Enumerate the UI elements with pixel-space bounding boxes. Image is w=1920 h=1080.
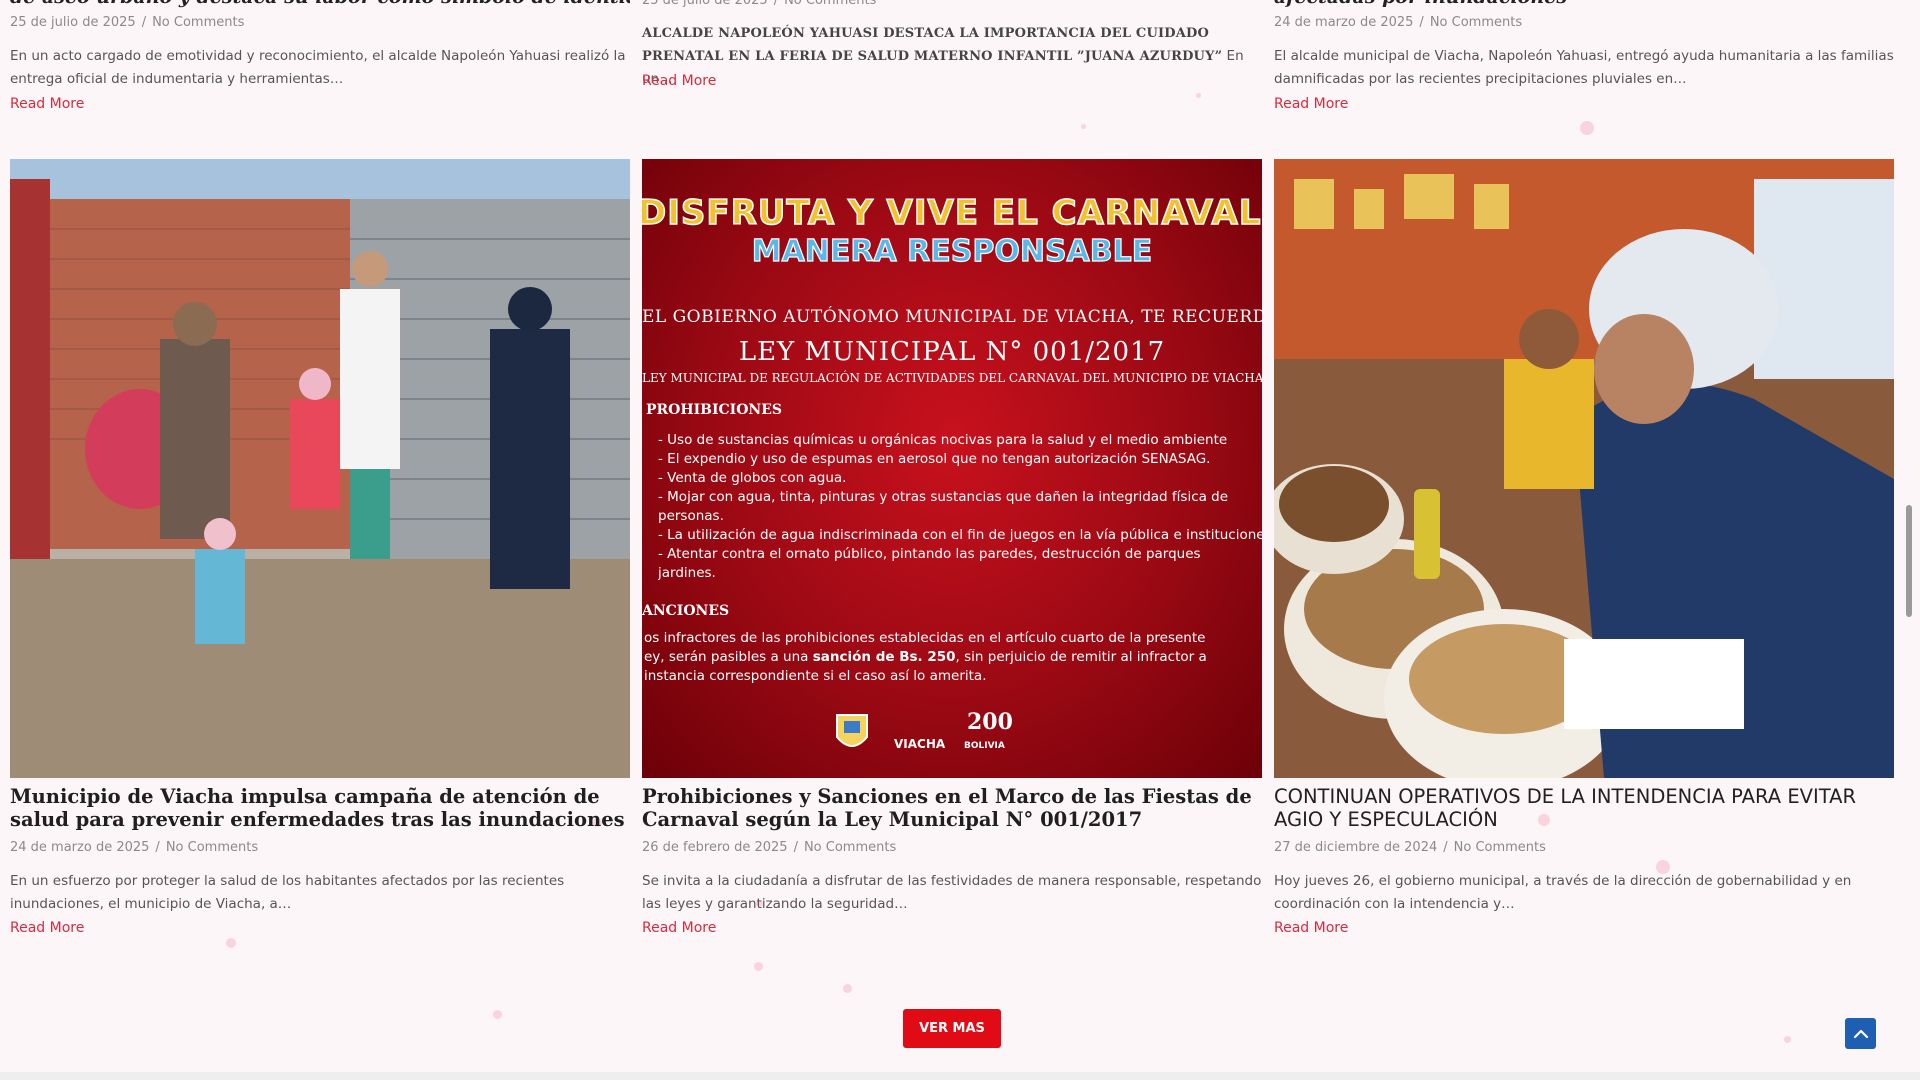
- page-scrollbar-thumb[interactable]: [1906, 505, 1912, 617]
- post-date[interactable]: 26 de febrero de 2025: [642, 840, 788, 855]
- post-comments[interactable]: No Comments: [804, 840, 896, 855]
- poster-prohibition: - Uso de sustancias químicas u orgánicas…: [658, 432, 1228, 448]
- post-card-2: DISFRUTA Y VIVE EL CARNAVAL DE MANERA RE…: [642, 0, 1262, 1000]
- post-title[interactable]: Prohibiciones y Sanciones en el Marco de…: [642, 785, 1262, 831]
- poster-logo-bicentenario: 200: [967, 709, 1013, 735]
- post-card-3: CONTINUAN OPERATIVOS DE LA INTENDENCIA P…: [1274, 0, 1894, 1000]
- ver-mas-button[interactable]: VER MAS: [903, 1009, 1001, 1048]
- post-thumbnail[interactable]: [10, 159, 630, 778]
- market-inspection-photo: [1274, 159, 1894, 778]
- post-meta: 24 de marzo de 2025/No Comments: [10, 840, 259, 855]
- poster-logos: VIACHA 200 BOLIVIA: [832, 707, 1032, 767]
- posts-grid: de aseo urbano y destaca su labor como s…: [10, 0, 1894, 1000]
- poster-headline-2: MANERA RESPONSABLE: [751, 233, 1153, 269]
- post-excerpt: Se invita a la ciudadanía a disfrutar de…: [642, 873, 1262, 912]
- poster-sanctions-line: os infractores de las prohibiciones esta…: [644, 630, 1206, 646]
- poster-prohibition: personas.: [658, 508, 724, 524]
- poster-reminder: EL GOBIERNO AUTÓNOMO MUNICIPAL DE VIACHA…: [642, 307, 1262, 327]
- page-bottom-edge: [0, 1072, 1920, 1080]
- post-title[interactable]: CONTINUAN OPERATIVOS DE LA INTENDENCIA P…: [1274, 785, 1894, 831]
- post-meta: 26 de febrero de 2025/No Comments: [642, 840, 897, 855]
- carnival-poster: DISFRUTA Y VIVE EL CARNAVAL DE MANERA RE…: [642, 159, 1262, 778]
- post-date[interactable]: 27 de diciembre de 2024: [1274, 840, 1437, 855]
- post-meta: 27 de diciembre de 2024/No Comments: [1274, 840, 1546, 855]
- post-excerpt: En un esfuerzo por proteger la salud de …: [10, 873, 565, 912]
- coat-of-arms-icon: [836, 714, 868, 747]
- post-excerpt: Hoy jueves 26, el gobierno municipal, a …: [1274, 873, 1852, 912]
- poster-prohibition: - Mojar con agua, tinta, pinturas y otra…: [658, 489, 1229, 505]
- poster-prohibition: - Atentar contra el ornato público, pint…: [658, 546, 1201, 562]
- poster-sanctions-amount: sanción de Bs. 250: [812, 649, 956, 665]
- post-title[interactable]: Municipio de Viacha impulsa campaña de a…: [10, 785, 630, 831]
- poster-prohibition: jardines.: [658, 565, 716, 581]
- health-campaign-photo: [10, 159, 630, 778]
- post-thumbnail[interactable]: DISFRUTA Y VIVE EL CARNAVAL DE MANERA RE…: [642, 159, 1262, 778]
- read-more-link[interactable]: Read More: [1274, 920, 1348, 936]
- read-more-link[interactable]: Read More: [642, 920, 716, 936]
- post-comments[interactable]: No Comments: [166, 840, 258, 855]
- poster-law-description: LEY MUNICIPAL DE REGULACIÓN DE ACTIVIDAD…: [642, 371, 1262, 385]
- poster-headline-1: DISFRUTA Y VIVE EL CARNAVAL DE: [642, 192, 1262, 234]
- poster-sanctions-part: ey, serán pasibles a una: [644, 649, 813, 665]
- poster-prohibition: - La utilización de agua indiscriminada …: [658, 527, 1262, 543]
- poster-sanctions-line: ey, serán pasibles a una sanción de Bs. …: [644, 648, 1256, 667]
- read-more-link[interactable]: Read More: [10, 920, 84, 936]
- poster-prohibitions-list: - Uso de sustancias químicas u orgánicas…: [658, 431, 1262, 583]
- poster-logo-country: BOLIVIA: [964, 741, 1005, 751]
- poster-sanctions-heading: ANCIONES: [642, 603, 730, 619]
- poster-sanctions-text: os infractores de las prohibiciones esta…: [644, 629, 1256, 686]
- poster-sanctions-part: , sin perjuicio de remitir al infractor …: [955, 649, 1207, 665]
- poster-prohibition: - Venta de globos con agua.: [658, 470, 847, 486]
- poster-prohibition: - El expendio y uso de espumas en aeroso…: [658, 451, 1211, 467]
- post-card-1: Municipio de Viacha impulsa campaña de a…: [10, 0, 630, 1000]
- poster-logo-city: VIACHA: [894, 737, 946, 751]
- scroll-to-top-button[interactable]: [1845, 1018, 1876, 1049]
- poster-prohibitions-heading: PROHIBICIONES: [646, 402, 782, 418]
- chevron-up-icon: [1853, 1029, 1868, 1038]
- post-date[interactable]: 24 de marzo de 2025: [10, 840, 149, 855]
- poster-law: LEY MUNICIPAL N° 001/2017: [738, 337, 1166, 367]
- post-comments[interactable]: No Comments: [1454, 840, 1546, 855]
- post-thumbnail[interactable]: [1274, 159, 1894, 778]
- poster-sanctions-line: instancia correspondiente si el caso así…: [644, 668, 987, 684]
